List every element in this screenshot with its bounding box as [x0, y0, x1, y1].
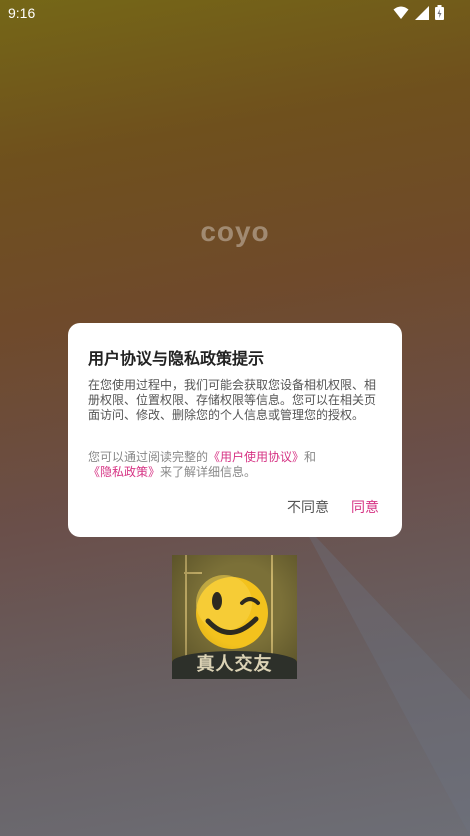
promo-caption: 真人交友	[196, 654, 273, 675]
dialog-body: 在您使用过程中，我们可能会获取您设备相机权限、相册权限、位置权限、存储权限等信息…	[88, 378, 377, 422]
user-agreement-link[interactable]: 《用户使用协议》	[208, 450, 304, 464]
battery-icon	[435, 5, 444, 20]
privacy-policy-link[interactable]: 《隐私政策》	[88, 465, 160, 479]
note-and: 和	[304, 450, 317, 464]
agree-button[interactable]: 同意	[351, 497, 379, 517]
dialog-note: 您可以通过阅读完整的《用户使用协议》和《隐私政策》来了解详细信息。	[88, 450, 384, 480]
promo-image: 真人交友	[172, 555, 297, 679]
privacy-dialog: 用户协议与隐私政策提示 在您使用过程中，我们可能会获取您设备相机权限、相册权限、…	[68, 323, 402, 537]
note-suffix: 来了解详细信息。	[160, 465, 257, 479]
wifi-icon	[393, 6, 409, 20]
status-icons	[393, 5, 444, 20]
app-title: coyo	[200, 216, 270, 247]
dialog-title: 用户协议与隐私政策提示	[88, 349, 265, 368]
signal-icon	[415, 5, 429, 20]
status-time: 9:16	[8, 5, 36, 21]
note-prefix: 您可以通过阅读完整的	[88, 450, 209, 464]
disagree-button[interactable]: 不同意	[287, 497, 329, 517]
status-bar: 9:16	[0, 0, 470, 28]
